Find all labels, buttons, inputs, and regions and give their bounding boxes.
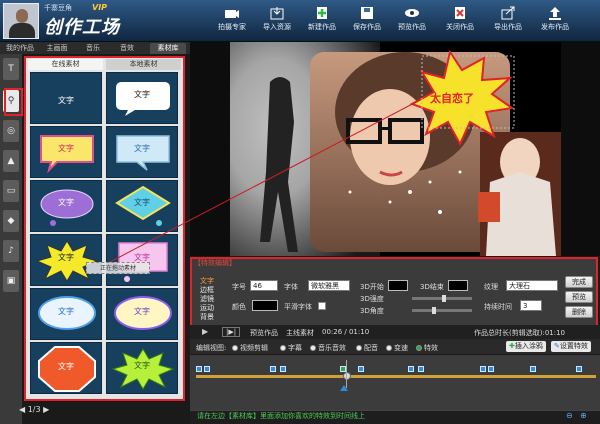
timeline-marker[interactable] xyxy=(488,366,494,372)
edit-view-label: 编辑视图: xyxy=(196,344,227,352)
time-readout: 00:26 / 01:10 xyxy=(322,328,370,336)
mode-dubbing[interactable]: 配音 xyxy=(356,343,378,353)
timeline-marker[interactable] xyxy=(530,366,536,372)
timeline-marker[interactable] xyxy=(204,366,210,372)
status-text: 请在左边【素材库】里面添加你喜欢的特效到时间线上 xyxy=(197,412,365,420)
done-button[interactable]: 完成 xyxy=(565,276,593,288)
effects-header: 【特效编辑】 xyxy=(194,259,236,267)
zoom-in-icon[interactable]: ⊕ xyxy=(580,411,587,420)
duration-label: 持续时间 xyxy=(484,303,512,311)
timeline-marker[interactable] xyxy=(418,366,424,372)
color-label: 颜色 xyxy=(232,303,246,311)
mode-subtitle[interactable]: 字幕 xyxy=(280,343,302,353)
zoom-out-icon[interactable]: ⊖ xyxy=(566,411,573,420)
smooth-font-checkbox[interactable] xyxy=(318,302,326,310)
3d-start-color[interactable] xyxy=(388,280,408,291)
insert-doodle-button[interactable]: ✚插入涂鸦 xyxy=(506,341,546,352)
effect-category-background[interactable]: 背景 xyxy=(200,312,214,322)
playhead-line xyxy=(346,360,347,388)
timeline-marker[interactable] xyxy=(280,366,286,372)
texture-select[interactable]: 大理石 xyxy=(506,280,558,291)
play-icon[interactable]: ▶ xyxy=(202,327,208,336)
main-material-button[interactable]: 主线素材 xyxy=(286,328,314,338)
3d-strength-slider[interactable] xyxy=(412,295,472,302)
3d-end-color[interactable] xyxy=(448,280,468,291)
playhead-pointer[interactable] xyxy=(340,385,348,391)
duration-input[interactable]: 3 xyxy=(520,300,542,311)
timeline-track[interactable] xyxy=(196,375,596,378)
mode-effects[interactable]: 特效 xyxy=(416,343,438,353)
timeline-marker[interactable] xyxy=(576,366,582,372)
mode-music[interactable]: 音乐音效 xyxy=(310,343,346,353)
delete-button[interactable]: 删除 xyxy=(565,306,593,318)
font-size-label: 字号 xyxy=(232,283,246,291)
timeline-marker[interactable] xyxy=(358,366,364,372)
playhead-handle[interactable] xyxy=(343,372,351,380)
timeline[interactable] xyxy=(190,355,600,410)
font-select[interactable]: 微软雅黑 xyxy=(308,280,350,291)
texture-label: 纹理 xyxy=(484,283,498,291)
effects-editor xyxy=(190,257,598,327)
mode-speed[interactable]: 变速 xyxy=(386,343,408,353)
3d-angle-label: 3D角度 xyxy=(360,307,384,315)
smooth-font-label: 平滑字体 xyxy=(284,303,312,311)
total-duration: 作品总时长(剪辑选取):01:10 xyxy=(474,329,565,337)
mode-video-edit[interactable]: 视频剪辑 xyxy=(232,343,268,353)
font-size-input[interactable]: 46 xyxy=(250,280,278,291)
timeline-marker[interactable] xyxy=(270,366,276,372)
color-picker[interactable] xyxy=(252,300,278,311)
timeline-marker[interactable] xyxy=(480,366,486,372)
font-label: 字体 xyxy=(284,283,298,291)
timeline-marker[interactable] xyxy=(196,366,202,372)
set-effect-button[interactable]: ✎设置特效 xyxy=(551,341,591,352)
3d-end-label: 3D结束 xyxy=(420,283,444,291)
timeline-marker[interactable] xyxy=(408,366,414,372)
step-button[interactable]: |▶| xyxy=(222,327,241,337)
preview-button[interactable]: 预览 xyxy=(565,291,593,303)
3d-strength-label: 3D强度 xyxy=(360,295,384,303)
preview-work-button[interactable]: 预览作品 xyxy=(250,328,278,338)
3d-start-label: 3D开始 xyxy=(360,283,384,291)
3d-angle-slider[interactable] xyxy=(412,307,472,314)
